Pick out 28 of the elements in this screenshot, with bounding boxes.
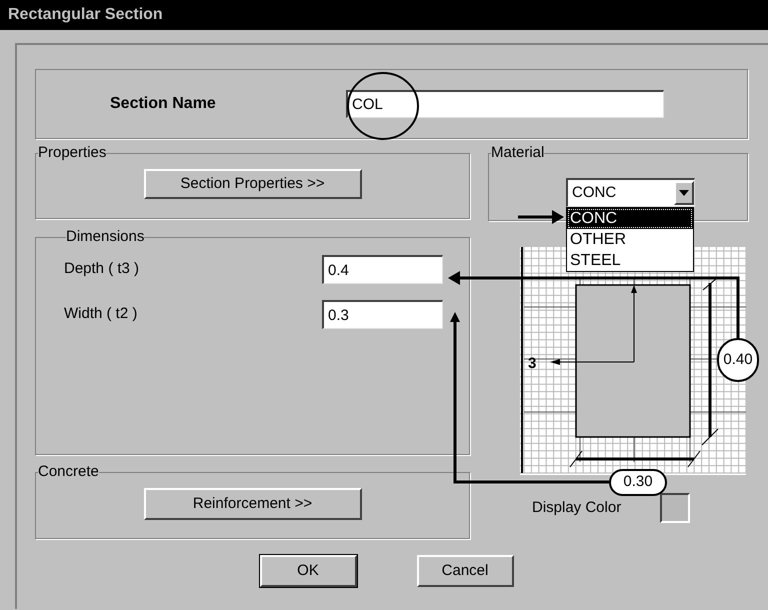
dimension-field[interactable]: 0.3 xyxy=(322,300,443,329)
axis-label: 3 xyxy=(528,355,536,372)
section-name-field[interactable]: COL xyxy=(346,90,664,118)
material-dropdown[interactable]: CONC xyxy=(566,178,695,207)
group-label: Dimensions xyxy=(66,229,144,245)
dialog-button[interactable]: OK xyxy=(260,555,356,587)
color-swatch[interactable] xyxy=(660,493,690,523)
section-name-label: Section Name xyxy=(110,94,217,114)
group-label: Material xyxy=(491,145,544,161)
material-option[interactable]: CONC xyxy=(567,208,693,229)
dimension-label: Depth ( t3 ) xyxy=(64,259,140,280)
dropdown-arrow-button[interactable] xyxy=(674,181,694,205)
reinforcement-button[interactable]: Reinforcement >> xyxy=(144,488,362,520)
group-label: Concrete xyxy=(38,464,99,480)
display-color-label: Display Color xyxy=(532,498,622,518)
material-option[interactable]: OTHER xyxy=(567,229,693,250)
dimension-label: Width ( t2 ) xyxy=(64,304,138,324)
dialog-button[interactable]: Cancel xyxy=(416,555,514,587)
dimension-callout: 0.40 xyxy=(717,338,759,382)
section-properties-button[interactable]: Section Properties >> xyxy=(144,169,362,199)
caret-icon xyxy=(679,190,689,196)
group-label: Properties xyxy=(38,145,106,161)
pointer-arrow xyxy=(518,210,564,224)
dimension-callout: 0.30 xyxy=(609,469,667,496)
material-option[interactable]: STEEL xyxy=(567,250,693,271)
dimension-field[interactable]: 0.4 xyxy=(322,255,443,284)
callout-circle xyxy=(347,72,419,140)
window-title: Rectangular Section xyxy=(8,5,163,25)
